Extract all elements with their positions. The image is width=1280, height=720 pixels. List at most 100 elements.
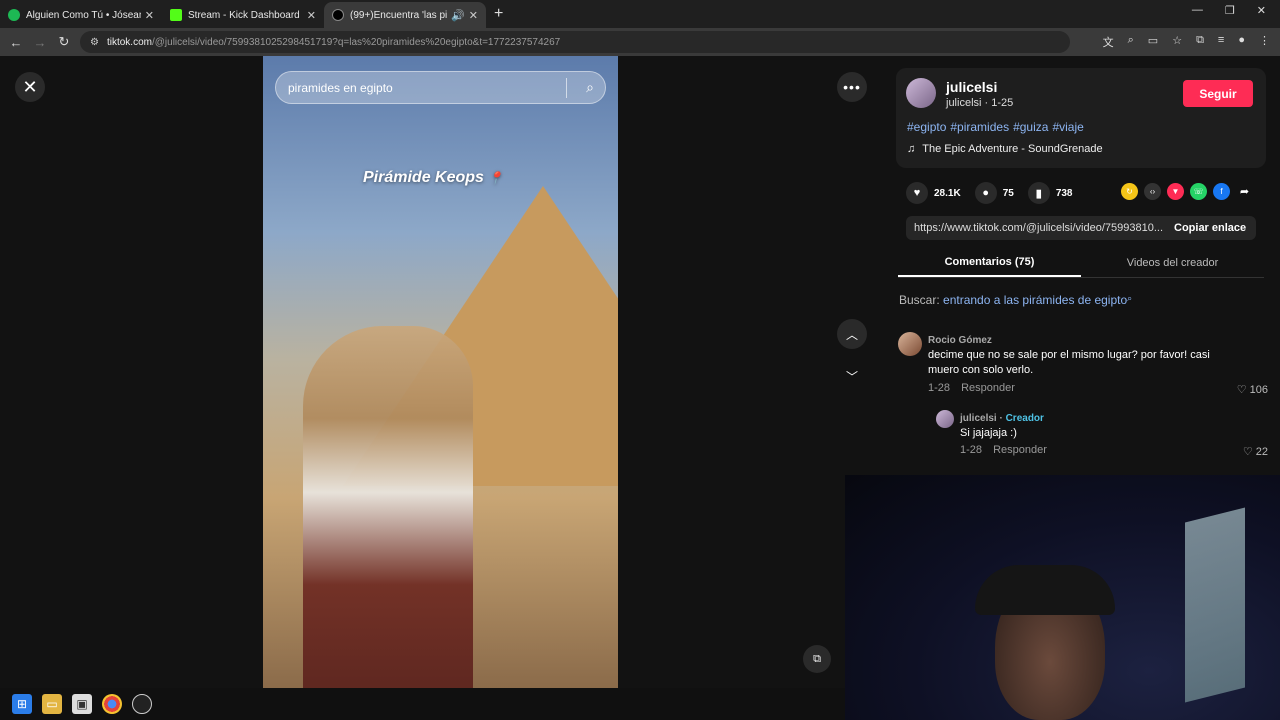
comment-text: Si jajajaja :) [960,427,1017,439]
browser-tab-kick[interactable]: Stream - Kick Dashboard ✕ [162,2,324,28]
author-card: julicelsi julicelsi · 1-25 Seguir #egipt… [896,68,1266,168]
hashtag-link[interactable]: #piramides [950,120,1009,134]
reply-author[interactable]: julicelsi [960,413,997,424]
panel-tabs: Comentarios (75) Videos del creador [898,248,1264,278]
browser-tab-tiktok[interactable]: (99+)Encuentra 'las piramid 🔊 ✕ [324,2,486,28]
zoom-icon[interactable]: ⌕ [1128,34,1134,50]
search-suggestion[interactable]: Buscar: entrando a las pirámides de egip… [899,293,1132,307]
tab-creator-videos[interactable]: Videos del creador [1081,248,1264,277]
bookmark-icon[interactable]: ▮ [1027,182,1050,204]
commenter-avatar[interactable] [936,410,954,428]
browser-tab-spotify[interactable]: Alguien Como Tú • Jósean Log ✕ [0,2,162,28]
url-path: /@julicelsi/video/7599381025298451719?q=… [151,36,561,48]
translate-icon[interactable]: 文 [1103,34,1114,50]
obs-icon[interactable] [132,694,152,714]
webcam-overlay [845,475,1280,720]
comment-meta: 1-28 Responder [960,444,1047,456]
comment-count: 75 [1002,187,1014,199]
window-controls: — ❐ ✕ [1192,4,1280,17]
whatsapp-icon[interactable]: ☏ [1190,183,1207,200]
forward-icon[interactable]: → [28,35,52,50]
video-player[interactable]: piramides en egipto ⌕ Pirámide Keops 📍 [263,56,618,688]
embed-icon[interactable]: ‹› [1144,183,1161,200]
search-small-icon: ⌕ [1127,293,1133,303]
speaker-icon[interactable]: 🔊 [451,9,465,22]
music-info[interactable]: ♫ The Epic Adventure - SoundGrenade [907,143,1103,155]
streamer-cap [975,565,1115,615]
new-tab-button[interactable]: + [494,5,503,23]
person-image [303,326,473,688]
media-icon[interactable]: ≡ [1218,34,1224,50]
close-window-icon[interactable]: ✕ [1257,4,1266,17]
kick-icon [170,9,182,21]
tab-comments[interactable]: Comentarios (75) [898,248,1081,277]
restore-icon[interactable]: ❐ [1225,4,1235,17]
video-search-bar[interactable]: piramides en egipto ⌕ [275,71,606,104]
hashtag-link[interactable]: #egipto [907,120,946,134]
commenter-name[interactable]: Rocio Gómez [928,335,992,346]
bookmark-star-icon[interactable]: ☆ [1172,34,1182,50]
next-video-button[interactable]: ﹀ [837,361,867,391]
close-tab-icon[interactable]: ✕ [307,9,316,22]
comment-like[interactable]: ♡ 22 [1243,445,1268,458]
menu-icon[interactable]: ⋮ [1259,34,1270,50]
commenter-avatar[interactable] [898,332,922,356]
author-subtitle: julicelsi · 1-25 [946,97,1014,109]
comment-icon[interactable]: ● [974,182,997,204]
heart-outline-icon[interactable]: ♡ [1237,384,1247,396]
file-explorer-icon[interactable]: ▭ [42,694,62,714]
search-icon[interactable]: ⌕ [586,79,594,96]
reply-button[interactable]: Responder [993,444,1047,456]
app-icon[interactable]: ▣ [72,694,92,714]
save-count: 738 [1055,187,1073,199]
close-video-button[interactable]: ✕ [15,72,45,102]
comment-stat[interactable]: ● 75 [974,182,1014,204]
comment-date: 1-28 [928,382,951,394]
close-tab-icon[interactable]: ✕ [469,9,478,22]
site-info-icon[interactable]: ⚙ [90,37,99,48]
like-stat[interactable]: ♥ 28.1K [906,182,961,204]
url-field[interactable]: ⚙ tiktok.com/@julicelsi/video/7599381025… [80,31,1070,53]
share-buttons: ↻ ‹› ▼ ☏ f ➦ [1121,183,1253,200]
send-friends-icon[interactable]: ▼ [1167,183,1184,200]
follow-button[interactable]: Seguir [1183,80,1253,107]
comment-text: decime que no se sale por el mismo lugar… [928,349,1210,376]
like-count: 28.1K [934,187,961,199]
commenter-name[interactable]: julicelsi · Creador [960,413,1044,424]
heart-outline-icon[interactable]: ♡ [1243,446,1253,458]
reply-button[interactable]: Responder [961,382,1015,394]
extensions-icon[interactable]: ⧉ [1196,34,1204,50]
picture-in-picture-button[interactable]: ⧉ [803,645,831,673]
previous-video-button[interactable]: ︿ [837,319,867,349]
chrome-icon[interactable] [102,694,122,714]
caption-text: Pirámide Keops [363,169,484,186]
repost-icon[interactable]: ↻ [1121,183,1138,200]
spotify-icon [8,9,20,21]
hashtag-link[interactable]: #guiza [1013,120,1048,134]
author-avatar[interactable] [906,78,936,108]
hashtag-link[interactable]: #viaje [1052,120,1083,134]
share-arrow-icon[interactable]: ➦ [1236,183,1253,200]
video-caption: Pirámide Keops 📍 [363,169,503,187]
creator-badge: Creador [1005,413,1044,424]
heart-icon[interactable]: ♥ [906,182,928,204]
save-stat[interactable]: ▮ 738 [1027,182,1073,204]
comment-like[interactable]: ♡ 106 [1237,383,1268,396]
profile-icon[interactable]: ● [1238,34,1245,50]
taskbar: ⊞ ▭ ▣ [0,688,845,720]
share-url[interactable]: https://www.tiktok.com/@julicelsi/video/… [906,222,1164,234]
comment-like-count: 22 [1255,446,1268,458]
url-host: tiktok.com [106,36,152,48]
close-tab-icon[interactable]: ✕ [145,9,154,22]
minimize-icon[interactable]: — [1192,4,1203,17]
windows-start-icon[interactable]: ⊞ [12,694,32,714]
search-suggestion-query[interactable]: entrando a las pirámides de egipto [943,293,1127,307]
reload-icon[interactable]: ↻ [52,34,76,50]
copy-link-button[interactable]: Copiar enlace [1174,222,1246,234]
music-note-icon: ♫ [907,143,916,155]
more-options-button[interactable]: ••• [837,72,867,102]
cast-icon[interactable]: ▭ [1148,34,1158,50]
author-name[interactable]: julicelsi [946,79,997,95]
back-icon[interactable]: ← [4,35,28,50]
facebook-icon[interactable]: f [1213,183,1230,200]
